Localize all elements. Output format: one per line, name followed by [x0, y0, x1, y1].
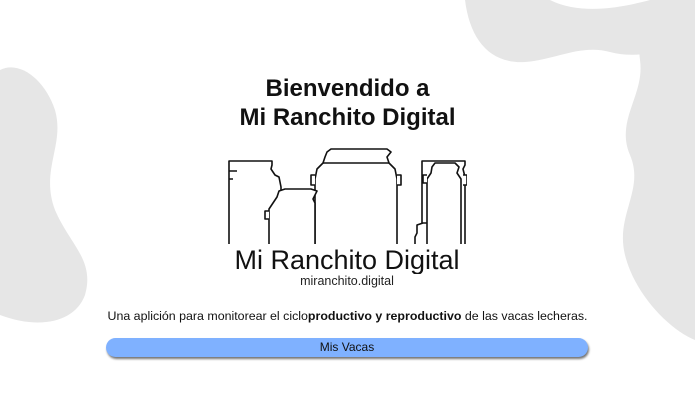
welcome-title-line1: Bienvendido a	[265, 75, 430, 102]
welcome-title-line2: Mi Ranchito Digital	[239, 104, 456, 131]
description-text-end: de las vacas lecheras.	[461, 309, 588, 323]
welcome-screen: Bienvendido a Mi Ranchito Digital Mi Ran…	[0, 0, 695, 405]
logo-domain: miranchito.digital	[227, 274, 467, 288]
app-description: Una aplición para monitorear el ciclopro…	[0, 308, 695, 324]
app-logo: Mi Ranchito Digital miranchito.digital	[227, 147, 467, 294]
description-bold: productivo y reproductivo	[307, 309, 462, 323]
description-text-start: Una aplición para monitorear el ciclo	[107, 309, 308, 323]
logo-app-name: Mi Ranchito Digital	[227, 244, 467, 276]
mis-vacas-button[interactable]: Mis Vacas	[106, 338, 588, 357]
milk-cans-icon	[228, 148, 467, 257]
